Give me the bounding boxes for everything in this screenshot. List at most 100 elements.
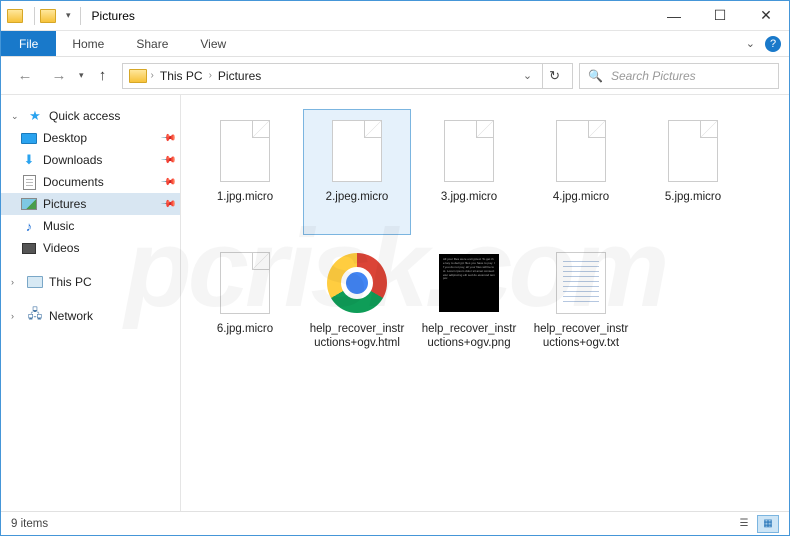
qat-divider bbox=[34, 7, 35, 25]
file-name: 5.jpg.micro bbox=[665, 190, 721, 204]
file-icon bbox=[220, 252, 270, 314]
file-item[interactable]: 6.jpg.micro bbox=[191, 241, 299, 367]
history-dropdown-icon[interactable]: ▾ bbox=[79, 70, 84, 81]
tab-view[interactable]: View bbox=[184, 31, 242, 56]
pictures-icon bbox=[21, 198, 37, 210]
explorer-window: ▾ Pictures — ☐ ✕ File Home Share View ⌄ … bbox=[0, 0, 790, 536]
file-item[interactable]: 5.jpg.micro bbox=[639, 109, 747, 235]
file-icon bbox=[444, 120, 494, 182]
help-icon[interactable]: ? bbox=[765, 36, 781, 52]
sidebar-item-music[interactable]: ♪ Music bbox=[1, 215, 180, 237]
file-name: 6.jpg.micro bbox=[217, 322, 273, 336]
file-icon bbox=[220, 120, 270, 182]
maximize-button[interactable]: ☐ bbox=[697, 1, 743, 31]
expand-icon[interactable]: ⌄ bbox=[11, 111, 21, 122]
sidebar-item-label: Documents bbox=[43, 175, 104, 189]
content-area: ⌄ ★ Quick access Desktop📌⬇Downloads📌Docu… bbox=[1, 95, 789, 511]
ribbon-collapse-icon[interactable]: ⌄ bbox=[746, 37, 755, 50]
search-box[interactable]: 🔍 bbox=[579, 63, 779, 89]
breadcrumb-pictures[interactable]: Pictures bbox=[216, 69, 263, 83]
file-name: help_recover_instructions+ogv.html bbox=[308, 322, 406, 351]
chevron-right-icon[interactable]: › bbox=[209, 70, 212, 81]
qat-folder-icon[interactable] bbox=[40, 9, 56, 23]
address-dropdown-icon[interactable]: ⌄ bbox=[517, 69, 538, 82]
expand-icon[interactable]: › bbox=[11, 277, 21, 287]
sidebar-label: Network bbox=[49, 309, 93, 323]
window-title: Pictures bbox=[92, 9, 135, 23]
sidebar-quick-access[interactable]: ⌄ ★ Quick access bbox=[1, 105, 180, 127]
minimize-button[interactable]: — bbox=[651, 1, 697, 31]
app-icon[interactable] bbox=[7, 9, 23, 23]
file-grid[interactable]: 1.jpg.micro 2.jpeg.micro 3.jpg.micro 4.jpg.… bbox=[181, 95, 789, 511]
sidebar-item-pictures[interactable]: Pictures 📌 bbox=[1, 193, 180, 215]
refresh-button[interactable]: ↻ bbox=[542, 64, 566, 88]
file-item[interactable]: help_recover_instructions+ogv.html bbox=[303, 241, 411, 367]
network-icon: 🖧 bbox=[27, 309, 43, 323]
png-thumbnail: All your files were encrypted. To get th… bbox=[439, 254, 499, 312]
sidebar-item-desktop[interactable]: Desktop 📌 bbox=[1, 127, 180, 149]
sidebar-item-label: Desktop bbox=[43, 131, 87, 145]
statusbar: 9 items ☰ ▦ bbox=[1, 511, 789, 535]
breadcrumb-this-pc[interactable]: This PC bbox=[158, 69, 205, 83]
sidebar-label: This PC bbox=[49, 275, 92, 289]
file-item[interactable]: All your files were encrypted. To get th… bbox=[415, 241, 523, 367]
file-tab[interactable]: File bbox=[1, 31, 56, 56]
item-count: 9 items bbox=[11, 518, 48, 530]
back-button[interactable]: ← bbox=[11, 62, 39, 90]
sidebar-item-label: Downloads bbox=[43, 153, 102, 167]
titlebar: ▾ Pictures — ☐ ✕ bbox=[1, 1, 789, 31]
pin-icon: 📌 bbox=[159, 196, 176, 213]
navbar: ← → ▾ ↑ › This PC › Pictures ⌄ ↻ 🔍 bbox=[1, 57, 789, 95]
sidebar-item-label: Music bbox=[43, 219, 74, 233]
file-name: help_recover_instructions+ogv.txt bbox=[532, 322, 630, 351]
chrome-icon bbox=[327, 253, 387, 313]
file-name: 4.jpg.micro bbox=[553, 190, 609, 204]
ribbon-tabs: File Home Share View ⌄ ? bbox=[1, 31, 789, 57]
music-icon: ♪ bbox=[26, 219, 33, 234]
chevron-right-icon[interactable]: › bbox=[151, 70, 154, 81]
file-name: 2.jpeg.micro bbox=[326, 190, 389, 204]
sidebar-item-videos[interactable]: Videos bbox=[1, 237, 180, 259]
thumbnails-view-button[interactable]: ▦ bbox=[757, 515, 779, 533]
search-icon: 🔍 bbox=[588, 69, 603, 83]
sidebar-this-pc[interactable]: › This PC bbox=[1, 271, 180, 293]
file-icon bbox=[556, 120, 606, 182]
tab-share[interactable]: Share bbox=[120, 31, 184, 56]
tab-home[interactable]: Home bbox=[56, 31, 120, 56]
documents-icon bbox=[23, 175, 36, 190]
search-input[interactable] bbox=[611, 69, 770, 83]
file-icon bbox=[668, 120, 718, 182]
file-item[interactable]: help_recover_instructions+ogv.txt bbox=[527, 241, 635, 367]
pc-icon bbox=[27, 276, 43, 288]
address-bar[interactable]: › This PC › Pictures ⌄ ↻ bbox=[122, 63, 573, 89]
sidebar-network[interactable]: › 🖧 Network bbox=[1, 305, 180, 327]
navigation-pane: ⌄ ★ Quick access Desktop📌⬇Downloads📌Docu… bbox=[1, 95, 181, 511]
file-item[interactable]: 4.jpg.micro bbox=[527, 109, 635, 235]
file-name: help_recover_instructions+ogv.png bbox=[420, 322, 518, 351]
pin-icon: 📌 bbox=[159, 152, 176, 169]
sidebar-label: Quick access bbox=[49, 109, 120, 123]
star-icon: ★ bbox=[27, 109, 43, 123]
file-item[interactable]: 2.jpeg.micro bbox=[303, 109, 411, 235]
expand-icon[interactable]: › bbox=[11, 311, 21, 321]
pin-icon: 📌 bbox=[159, 174, 176, 191]
qat-divider-2 bbox=[80, 7, 81, 25]
file-item[interactable]: 3.jpg.micro bbox=[415, 109, 523, 235]
details-view-button[interactable]: ☰ bbox=[733, 515, 755, 533]
sidebar-item-downloads[interactable]: ⬇ Downloads 📌 bbox=[1, 149, 180, 171]
qat-dropdown-icon[interactable]: ▾ bbox=[66, 10, 71, 21]
close-button[interactable]: ✕ bbox=[743, 1, 789, 31]
view-switcher: ☰ ▦ bbox=[733, 515, 779, 533]
downloads-icon: ⬇ bbox=[24, 152, 35, 168]
file-icon bbox=[332, 120, 382, 182]
file-item[interactable]: 1.jpg.micro bbox=[191, 109, 299, 235]
location-icon bbox=[129, 69, 147, 83]
up-button[interactable]: ↑ bbox=[90, 63, 116, 89]
videos-icon bbox=[22, 243, 36, 254]
desktop-icon bbox=[21, 133, 37, 144]
text-file-icon bbox=[556, 252, 606, 314]
forward-button[interactable]: → bbox=[45, 62, 73, 90]
sidebar-item-label: Pictures bbox=[43, 197, 86, 211]
sidebar-item-documents[interactable]: Documents 📌 bbox=[1, 171, 180, 193]
pin-icon: 📌 bbox=[159, 130, 176, 147]
